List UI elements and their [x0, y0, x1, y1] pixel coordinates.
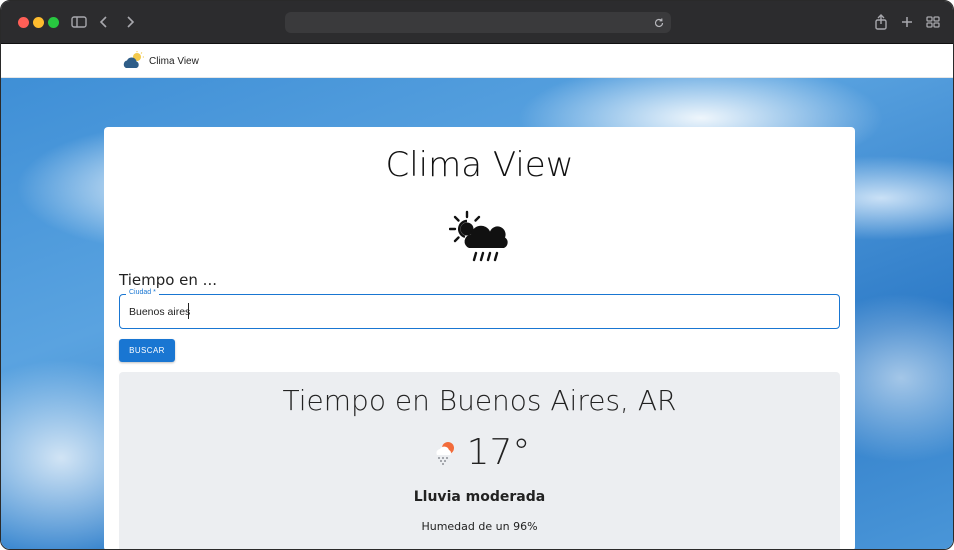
rain-sun-icon [436, 442, 454, 465]
minimize-window-button[interactable] [33, 17, 44, 28]
weather-result-panel: Tiempo en Buenos Aires, AR 17° Lluvia mo… [119, 372, 840, 549]
city-field[interactable]: Ciudad * [119, 289, 840, 329]
sidebar-icon[interactable] [69, 12, 89, 32]
maximize-window-button[interactable] [48, 17, 59, 28]
humidity-text: Humedad de un 96% [421, 520, 538, 533]
brand-link[interactable]: Clima View [122, 51, 199, 71]
page-title: Clima View [385, 145, 574, 185]
forward-icon[interactable] [120, 12, 140, 32]
main-card: Clima View Tiempo en ... Ciudad * Buenos… [104, 127, 855, 549]
app-navbar: Clima View [1, 44, 953, 78]
weather-logo-icon [123, 51, 144, 68]
share-icon[interactable] [871, 12, 891, 32]
browser-toolbar [1, 1, 953, 44]
reload-icon[interactable] [653, 16, 665, 28]
result-title: Tiempo en Buenos Aires, AR [282, 384, 677, 417]
search-section-label: Tiempo en ... [119, 271, 217, 289]
address-bar[interactable] [285, 12, 671, 33]
brand-name: Clima View [149, 55, 199, 67]
text-caret [188, 303, 189, 319]
close-window-button[interactable] [18, 17, 29, 28]
back-icon[interactable] [94, 12, 114, 32]
weather-condition: Lluvia moderada [413, 489, 546, 505]
city-field-label: Ciudad * [126, 289, 159, 296]
browser-window: Clima View Clima View Tiempo en ... Ciud… [0, 0, 954, 550]
city-input[interactable] [129, 304, 819, 320]
temperature-row: 17° [119, 430, 840, 474]
temperature-value: 17° [466, 431, 531, 473]
new-tab-icon[interactable] [897, 12, 917, 32]
search-button[interactable]: BUSCAR [119, 339, 175, 362]
tab-overview-icon[interactable] [923, 12, 943, 32]
sun-cloud-rain-icon [449, 210, 508, 262]
